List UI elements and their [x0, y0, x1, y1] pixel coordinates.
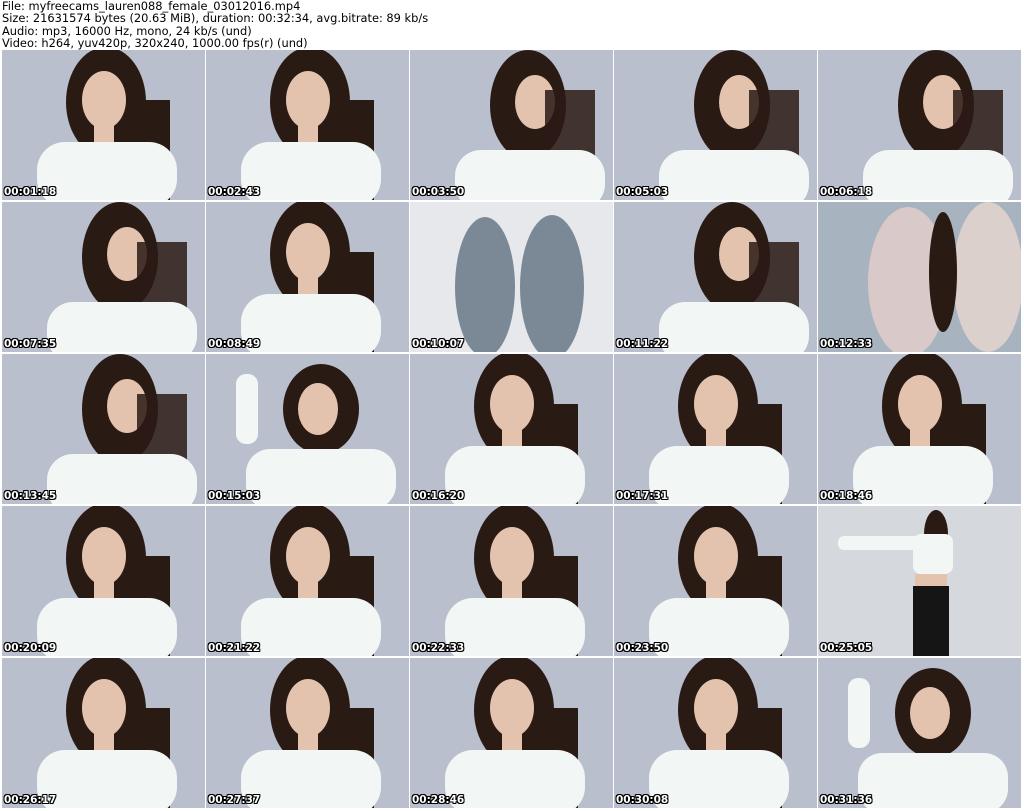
thumbnail-frame-image [818, 50, 1021, 200]
thumbnail-frame-image [2, 354, 205, 504]
video-thumbnail: 00:15:03 [206, 354, 409, 504]
thumbnail-timestamp: 00:07:35 [4, 338, 57, 350]
video-thumbnail: 00:10:07 [410, 202, 613, 352]
thumbnail-timestamp: 00:12:33 [820, 338, 873, 350]
thumbnail-frame-image [206, 202, 409, 352]
video-thumbnail: 00:18:46 [818, 354, 1021, 504]
thumbnail-timestamp: 00:30:08 [616, 794, 669, 806]
thumbnail-timestamp: 00:21:22 [208, 642, 261, 654]
thumbnail-timestamp: 00:28:46 [412, 794, 465, 806]
video-thumbnail: 00:05:03 [614, 50, 817, 200]
thumbnail-frame-image [2, 202, 205, 352]
video-thumbnail: 00:30:08 [614, 658, 817, 808]
thumbnail-frame-image [818, 658, 1021, 808]
file-size-line: Size: 21631574 bytes (20.63 MiB), durati… [2, 11, 429, 26]
video-thumbnail: 00:20:09 [2, 506, 205, 656]
thumbnail-frame-image [614, 658, 817, 808]
video-thumbnail: 00:07:35 [2, 202, 205, 352]
thumbnail-frame-image [818, 506, 1021, 656]
thumbnail-frame-image [818, 354, 1021, 504]
thumbnail-timestamp: 00:26:17 [4, 794, 57, 806]
thumbnail-frame-image [2, 50, 205, 200]
video-thumbnail: 00:21:22 [206, 506, 409, 656]
thumbnail-timestamp: 00:10:07 [412, 338, 465, 350]
video-thumbnail: 00:22:33 [410, 506, 613, 656]
video-thumbnail: 00:12:33 [818, 202, 1021, 352]
thumbnail-timestamp: 00:15:03 [208, 490, 261, 502]
video-thumbnail: 00:16:20 [410, 354, 613, 504]
thumbnail-timestamp: 00:06:18 [820, 186, 873, 198]
thumbnail-frame-image [410, 658, 613, 808]
thumbnail-frame-image [410, 50, 613, 200]
thumbnail-frame-image [410, 506, 613, 656]
thumbnail-timestamp: 00:11:22 [616, 338, 669, 350]
thumbnail-timestamp: 00:20:09 [4, 642, 57, 654]
thumbnail-frame-image [614, 354, 817, 504]
video-thumbnail: 00:23:50 [614, 506, 817, 656]
thumbnail-frame-image [206, 50, 409, 200]
thumbnail-frame-image [410, 202, 613, 352]
thumbnail-frame-image [2, 506, 205, 656]
thumbnail-timestamp: 00:17:31 [616, 490, 669, 502]
thumbnail-timestamp: 00:02:43 [208, 186, 261, 198]
video-thumbnail: 00:11:22 [614, 202, 817, 352]
video-thumbnail: 00:02:43 [206, 50, 409, 200]
video-thumbnail: 00:13:45 [2, 354, 205, 504]
thumbnail-timestamp: 00:18:46 [820, 490, 873, 502]
video-thumbnail: 00:06:18 [818, 50, 1021, 200]
thumbnail-timestamp: 00:01:18 [4, 186, 57, 198]
thumbnail-frame-image [206, 658, 409, 808]
thumbnail-frame-image [614, 202, 817, 352]
thumbnail-frame-image [410, 354, 613, 504]
file-info-header: File: myfreecams_lauren088_female_030120… [2, 0, 1022, 50]
video-thumbnail: 00:26:17 [2, 658, 205, 808]
video-thumbnail: 00:03:50 [410, 50, 613, 200]
video-thumbnail: 00:08:49 [206, 202, 409, 352]
video-thumbnail: 00:28:46 [410, 658, 613, 808]
video-thumbnail: 00:01:18 [2, 50, 205, 200]
video-thumbnail: 00:17:31 [614, 354, 817, 504]
video-thumbnail: 00:27:37 [206, 658, 409, 808]
thumbnail-frame-image [614, 506, 817, 656]
thumbnail-grid: 00:01:18 00:02:43 00:03:50 00:05:03 00:06:18… [2, 50, 1022, 810]
video-thumbnail: 00:25:05 [818, 506, 1021, 656]
thumbnail-timestamp: 00:05:03 [616, 186, 669, 198]
thumbnail-timestamp: 00:08:49 [208, 338, 261, 350]
thumbnail-timestamp: 00:03:50 [412, 186, 465, 198]
thumbnail-timestamp: 00:22:33 [412, 642, 465, 654]
thumbnail-frame-image [2, 658, 205, 808]
thumbnail-frame-image [206, 506, 409, 656]
thumbnail-timestamp: 00:16:20 [412, 490, 465, 502]
thumbnail-timestamp: 00:31:36 [820, 794, 873, 806]
video-info-line: Video: h264, yuv420p, 320x240, 1000.00 f… [2, 35, 308, 50]
thumbnail-timestamp: 00:23:50 [616, 642, 669, 654]
thumbnail-frame-image [614, 50, 817, 200]
thumbnail-timestamp: 00:27:37 [208, 794, 261, 806]
video-thumbnail: 00:31:36 [818, 658, 1021, 808]
thumbnail-timestamp: 00:25:05 [820, 642, 873, 654]
thumbnail-frame-image [206, 354, 409, 504]
thumbnail-timestamp: 00:13:45 [4, 490, 57, 502]
thumbnail-frame-image [818, 202, 1021, 352]
